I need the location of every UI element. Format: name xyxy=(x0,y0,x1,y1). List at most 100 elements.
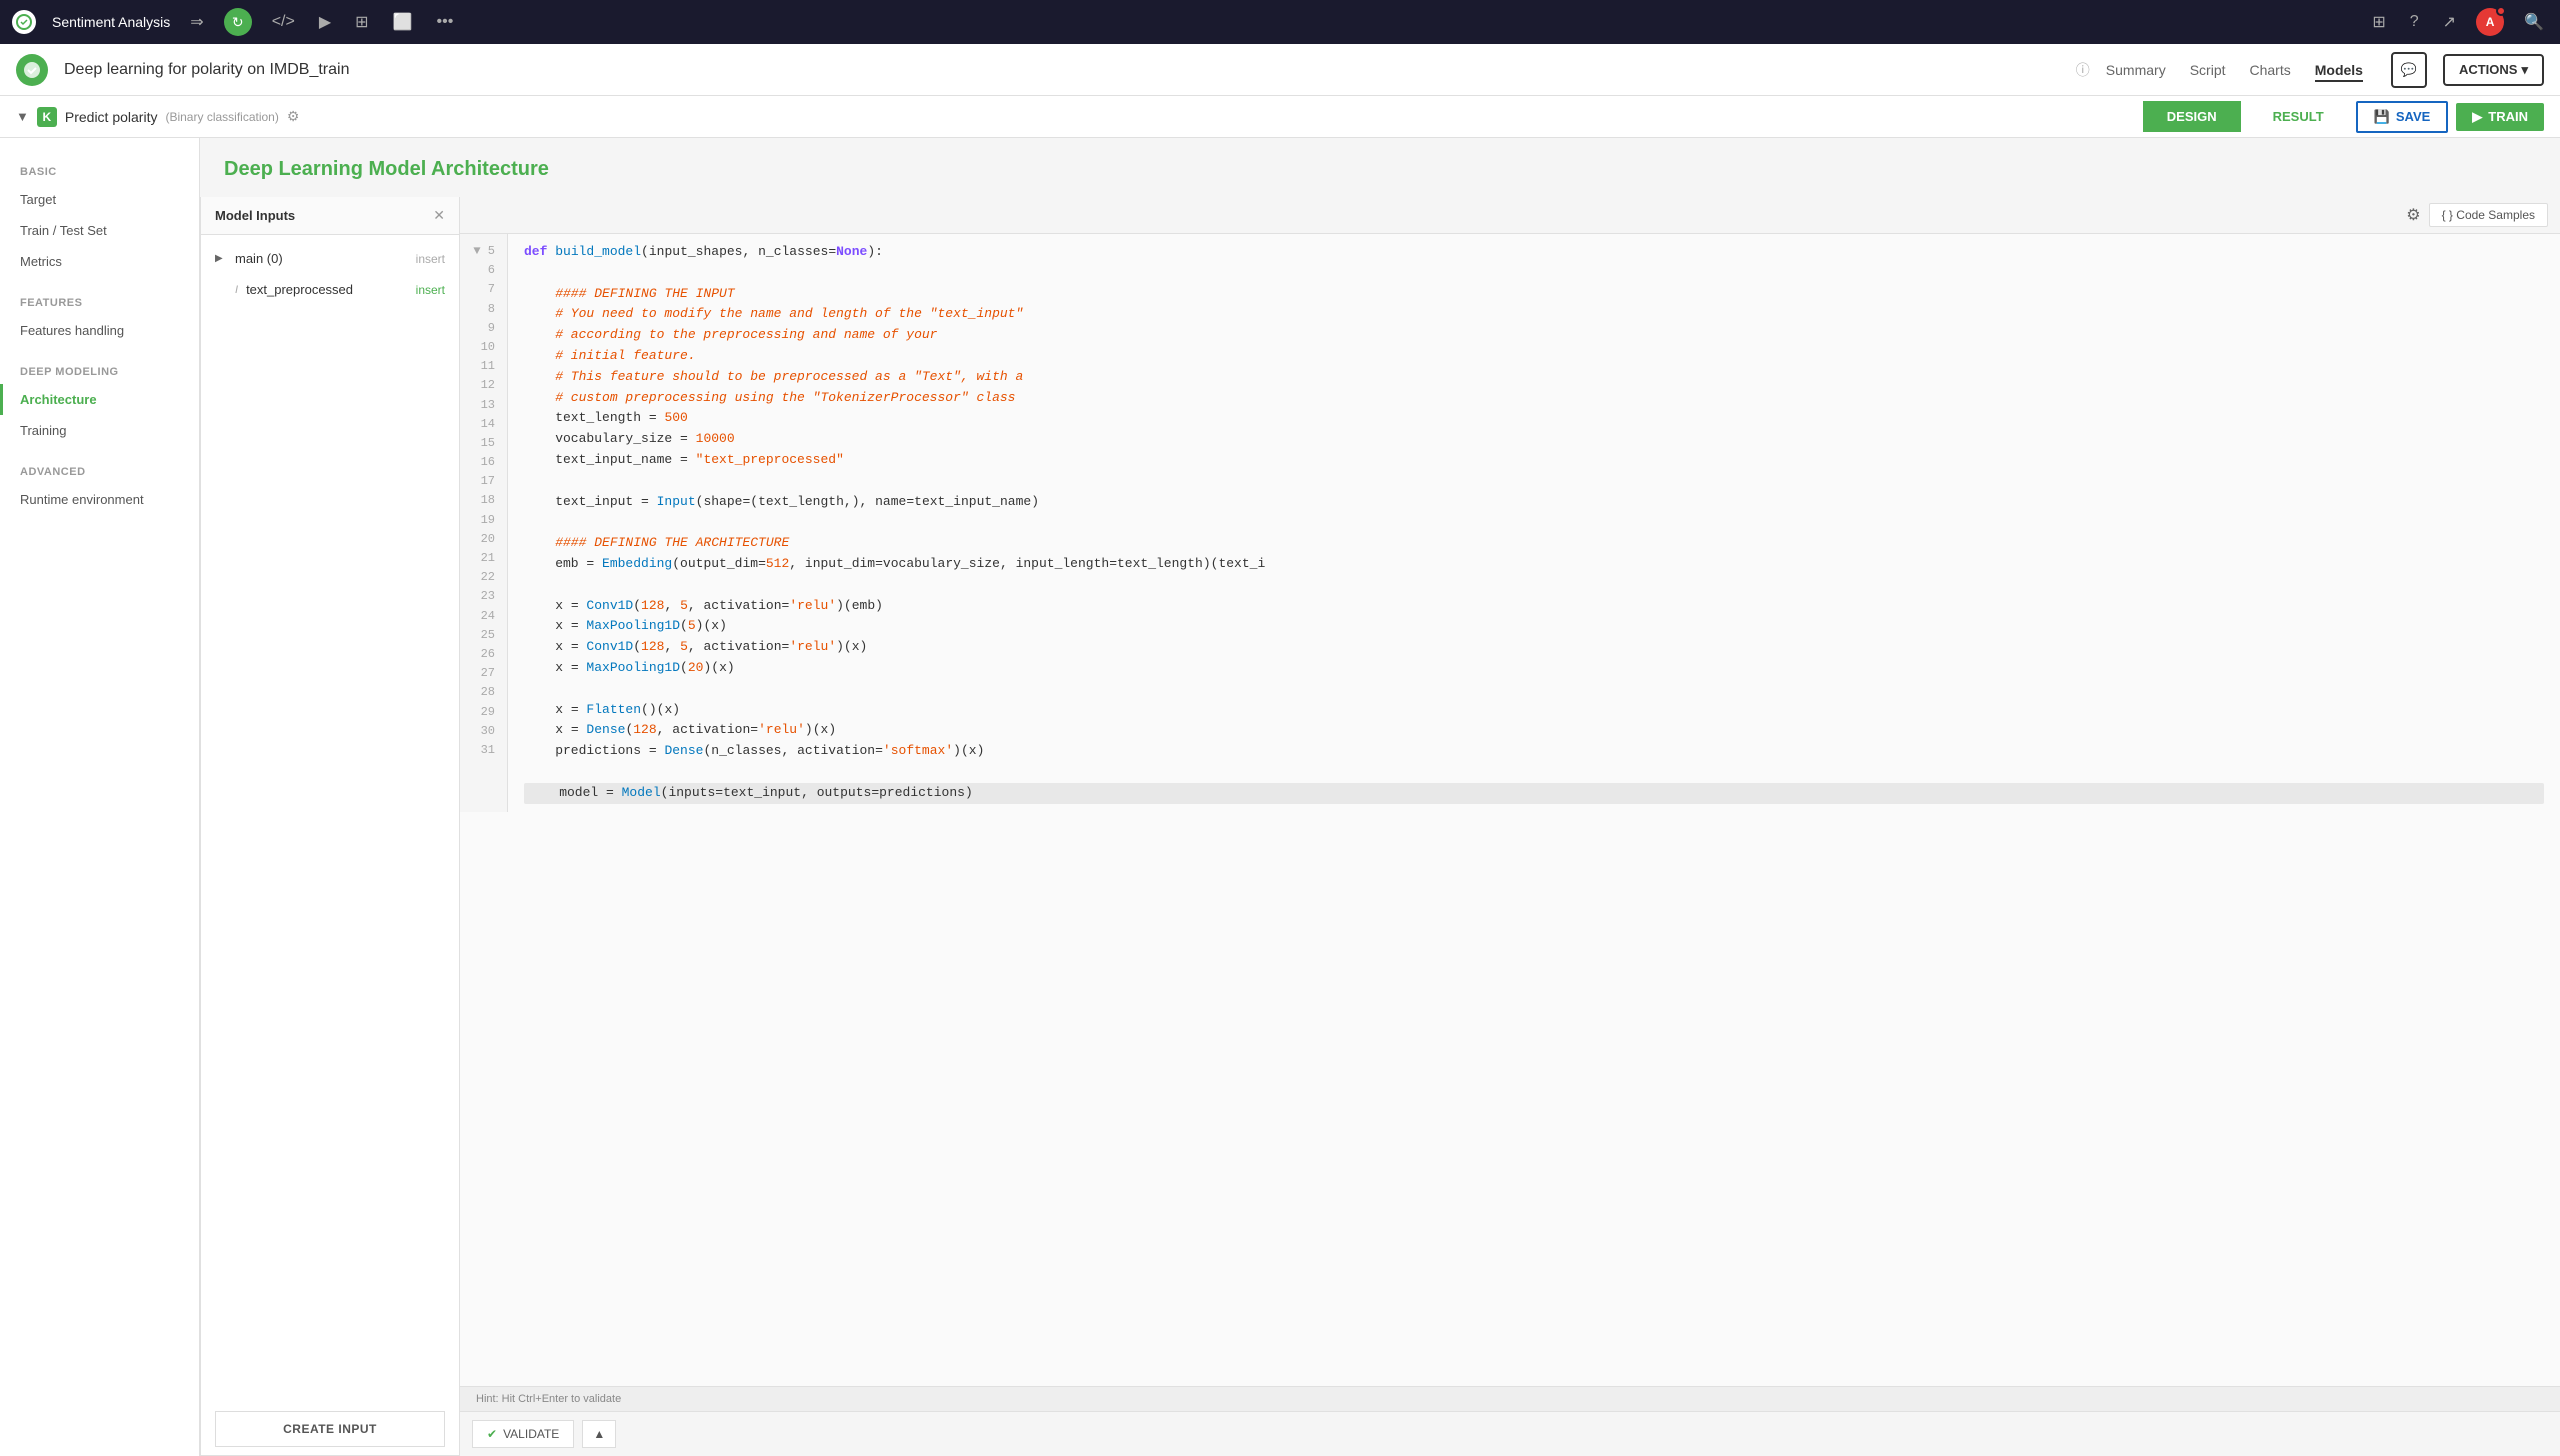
italic-icon: I xyxy=(235,284,238,296)
right-nav-icons: ⊞ ? ↗ A 🔍 xyxy=(2368,8,2548,36)
sidebar-item-metrics[interactable]: Metrics xyxy=(0,246,199,277)
code-line-23: x = MaxPooling1D(5)(x) xyxy=(524,616,2544,637)
code-editor: ⚙ { } Code Samples ▼ 5 6 7 8 9 10 11 xyxy=(460,197,2560,1456)
sidebar-section-features: FEATURES xyxy=(0,289,199,315)
forward-icon[interactable]: ⇒ xyxy=(186,8,207,36)
code-line-15: text_input_name = "text_preprocessed" xyxy=(524,450,2544,471)
sidebar-section-deep-modeling: DEEP MODELING xyxy=(0,358,199,384)
notification-badge xyxy=(2496,6,2506,16)
app-name: Sentiment Analysis xyxy=(52,14,170,30)
main-layout: BASIC Target Train / Test Set Metrics FE… xyxy=(0,138,2560,1456)
analytics-icon[interactable]: ↗ xyxy=(2439,8,2460,36)
code-content[interactable]: ▼ 5 6 7 8 9 10 11 12 13 14 15 16 xyxy=(460,234,2560,1386)
expand-icon[interactable]: ▶ xyxy=(215,253,227,264)
k-badge: K xyxy=(37,107,57,127)
more-icon[interactable]: ••• xyxy=(432,9,457,35)
breadcrumb-gear-icon[interactable]: ⚙ xyxy=(287,108,300,125)
save-button[interactable]: 💾 SAVE xyxy=(2356,101,2449,133)
charts-link[interactable]: Charts xyxy=(2250,58,2291,82)
breadcrumb-arrow: ▼ xyxy=(16,109,29,124)
project-name: Deep learning for polarity on IMDB_train xyxy=(64,61,2060,79)
code-line-8: # You need to modify the name and length… xyxy=(524,304,2544,325)
play-icon[interactable]: ▶ xyxy=(315,8,335,36)
design-tab[interactable]: DESIGN xyxy=(2143,101,2241,132)
sidebar-section-advanced: ADVANCED xyxy=(0,458,199,484)
input-text-preprocessed-name: text_preprocessed xyxy=(246,282,408,297)
code-line-30 xyxy=(524,762,2544,783)
create-input-button[interactable]: CREATE INPUT xyxy=(215,1411,445,1447)
sidebar-item-runtime[interactable]: Runtime environment xyxy=(0,484,199,515)
content-area: Deep Learning Model Architecture Model I… xyxy=(200,138,2560,1456)
sidebar-item-target[interactable]: Target xyxy=(0,184,199,215)
result-tab[interactable]: RESULT xyxy=(2249,101,2348,132)
info-icon[interactable]: ⓘ xyxy=(2076,60,2090,80)
code-line-16 xyxy=(524,471,2544,492)
code-lines: ▼ 5 6 7 8 9 10 11 12 13 14 15 16 xyxy=(460,234,2560,812)
sidebar-item-training[interactable]: Training xyxy=(0,415,199,446)
code-line-20: emb = Embedding(output_dim=512, input_di… xyxy=(524,554,2544,575)
content-title: Deep Learning Model Architecture xyxy=(224,158,2536,181)
sidebar-item-train-test[interactable]: Train / Test Set xyxy=(0,215,199,246)
sidebar-section-basic: BASIC xyxy=(0,158,199,184)
code-line-26 xyxy=(524,679,2544,700)
code-line-25: x = MaxPooling1D(20)(x) xyxy=(524,658,2544,679)
code-line-18 xyxy=(524,512,2544,533)
input-text-insert[interactable]: insert xyxy=(416,283,445,297)
summary-link[interactable]: Summary xyxy=(2106,58,2166,82)
sidebar-item-architecture[interactable]: Architecture xyxy=(0,384,199,415)
list-item: ▶ I text_preprocessed insert xyxy=(201,274,459,305)
code-samples-button[interactable]: { } Code Samples xyxy=(2429,203,2548,227)
code-line-22: x = Conv1D(128, 5, activation='relu')(em… xyxy=(524,596,2544,617)
app-logo[interactable] xyxy=(12,10,36,34)
search-icon[interactable]: 🔍 xyxy=(2520,8,2548,36)
content-header: Deep Learning Model Architecture xyxy=(200,138,2560,197)
model-inputs-panel: Model Inputs ✕ ▶ main (0) insert ▶ I tex… xyxy=(200,197,460,1456)
code-hint: Hint: Hit Ctrl+Enter to validate xyxy=(460,1386,2560,1411)
sidebar: BASIC Target Train / Test Set Metrics FE… xyxy=(0,138,200,1456)
model-inputs-title: Model Inputs xyxy=(215,208,433,223)
code-toolbar: ⚙ { } Code Samples xyxy=(460,197,2560,234)
code-line-19: #### DEFINING THE ARCHITECTURE xyxy=(524,533,2544,554)
script-link[interactable]: Script xyxy=(2190,58,2226,82)
breadcrumb-bar: ▼ K Predict polarity (Binary classificat… xyxy=(0,96,2560,138)
code-line-5: def build_model(input_shapes, n_classes=… xyxy=(524,242,2544,263)
code-line-21 xyxy=(524,575,2544,596)
grid-icon[interactable]: ⊞ xyxy=(351,8,372,36)
code-line-28: x = Dense(128, activation='relu')(x) xyxy=(524,720,2544,741)
models-link[interactable]: Models xyxy=(2315,58,2363,82)
code-icon[interactable]: </> xyxy=(268,9,299,35)
user-avatar[interactable]: A xyxy=(2476,8,2504,36)
code-line-24: x = Conv1D(128, 5, activation='relu')(x) xyxy=(524,637,2544,658)
code-line-27: x = Flatten()(x) xyxy=(524,700,2544,721)
copy-icon[interactable]: ⬜ xyxy=(389,8,417,36)
sidebar-item-features-handling[interactable]: Features handling xyxy=(0,315,199,346)
save-icon: 💾 xyxy=(2374,109,2390,125)
validate-button[interactable]: ✔ VALIDATE xyxy=(472,1420,574,1448)
expand-placeholder: ▶ xyxy=(215,284,227,295)
comment-button[interactable]: 💬 xyxy=(2391,52,2427,88)
apps-icon[interactable]: ⊞ xyxy=(2368,8,2389,36)
code-line-13: text_length = 500 xyxy=(524,408,2544,429)
model-inputs-close[interactable]: ✕ xyxy=(433,207,445,224)
code-actions: ✔ VALIDATE ▲ xyxy=(460,1411,2560,1456)
code-line-10: # initial feature. xyxy=(524,346,2544,367)
code-line-9: # according to the preprocessing and nam… xyxy=(524,325,2544,346)
sub-nav-links: Summary Script Charts Models xyxy=(2106,58,2363,82)
code-line-11: # This feature should to be preprocessed… xyxy=(524,367,2544,388)
code-body[interactable]: def build_model(input_shapes, n_classes=… xyxy=(508,234,2560,812)
editor-gear-icon[interactable]: ⚙ xyxy=(2406,205,2420,225)
code-line-31: model = Model(inputs=text_input, outputs… xyxy=(524,783,2544,804)
expand-button[interactable]: ▲ xyxy=(582,1420,616,1448)
project-logo xyxy=(16,54,48,86)
model-area: Model Inputs ✕ ▶ main (0) insert ▶ I tex… xyxy=(200,197,2560,1456)
input-main-insert[interactable]: insert xyxy=(416,252,445,266)
breadcrumb-name: Predict polarity xyxy=(65,109,158,125)
top-nav: Sentiment Analysis ⇒ ↻ </> ▶ ⊞ ⬜ ••• ⊞ ?… xyxy=(0,0,2560,44)
help-icon[interactable]: ? xyxy=(2406,9,2423,35)
refresh-icon[interactable]: ↻ xyxy=(224,8,252,36)
actions-button[interactable]: ACTIONS ▾ xyxy=(2443,54,2544,86)
code-line-14: vocabulary_size = 10000 xyxy=(524,429,2544,450)
code-line-7: #### DEFINING THE INPUT xyxy=(524,284,2544,305)
train-button[interactable]: ▶ TRAIN xyxy=(2456,103,2544,131)
sub-nav: Deep learning for polarity on IMDB_train… xyxy=(0,44,2560,96)
